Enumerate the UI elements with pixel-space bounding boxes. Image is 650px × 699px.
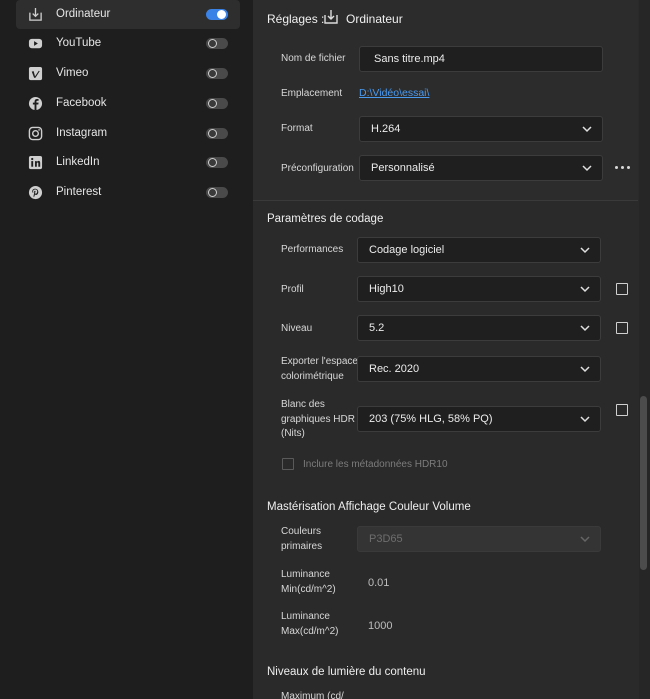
sidebar-item-label: Vimeo xyxy=(56,67,89,79)
profile-label: Profil xyxy=(281,284,304,295)
chevron-down-icon xyxy=(580,416,590,423)
level-dropdown[interactable]: 5.2 xyxy=(357,315,601,341)
facebook-icon xyxy=(28,96,43,111)
sidebar-item-label: YouTube xyxy=(56,37,102,49)
vimeo-toggle[interactable] xyxy=(206,68,228,79)
hdr-white-value: 203 (75% HLG, 58% PQ) xyxy=(369,413,493,425)
more-options-icon[interactable] xyxy=(615,166,631,172)
colorspace-label: Exporter l'espace colorimétrique xyxy=(281,356,358,382)
sidebar-item-label: Facebook xyxy=(56,97,107,109)
hdr-white-dropdown[interactable]: 203 (75% HLG, 58% PQ) xyxy=(357,406,601,432)
profile-value: High10 xyxy=(369,283,404,295)
pinterest-icon xyxy=(28,185,43,200)
chevron-down-icon xyxy=(580,536,590,543)
primaries-dropdown[interactable]: P3D65 xyxy=(357,526,601,552)
settings-title: Réglages : xyxy=(267,12,325,26)
preset-label: Préconfiguration xyxy=(281,163,354,174)
chevron-down-icon xyxy=(582,126,592,133)
hdr10-metadata-label: Inclure les métadonnées HDR10 xyxy=(303,459,448,470)
sidebar-item-youtube[interactable]: YouTube xyxy=(16,29,240,58)
profile-checkbox[interactable] xyxy=(616,283,628,295)
preset-dropdown[interactable]: Personnalisé xyxy=(359,155,603,181)
sidebar-item-label: Pinterest xyxy=(56,186,102,198)
colorspace-value: Rec. 2020 xyxy=(369,363,420,375)
preset-value: Personnalisé xyxy=(371,162,435,174)
youtube-icon xyxy=(28,38,43,49)
sidebar-item-instagram[interactable]: Instagram xyxy=(16,119,240,148)
sidebar-item-label: Instagram xyxy=(56,127,108,139)
download-to-computer-icon xyxy=(324,10,338,24)
scrollbar-track[interactable] xyxy=(639,0,650,699)
chevron-down-icon xyxy=(582,165,592,172)
settings-panel: Réglages : Ordinateur Nom de fichier San… xyxy=(253,0,650,699)
instagram-icon xyxy=(28,126,43,141)
pinterest-toggle[interactable] xyxy=(206,187,228,198)
location-label: Emplacement xyxy=(281,88,343,99)
linkedin-icon xyxy=(28,155,43,170)
content-light-section-title: Niveaux de lumière du contenu xyxy=(267,666,426,678)
sidebar-item-facebook[interactable]: Facebook xyxy=(16,89,240,118)
profile-dropdown[interactable]: High10 xyxy=(357,276,601,302)
sidebar-item-vimeo[interactable]: Vimeo xyxy=(16,59,240,88)
performance-value: Codage logiciel xyxy=(369,244,445,256)
sidebar-item-linkedin[interactable]: LinkedIn xyxy=(16,148,240,177)
settings-destination: Ordinateur xyxy=(346,12,403,26)
facebook-toggle[interactable] xyxy=(206,98,228,109)
general-settings: Réglages : Ordinateur Nom de fichier San… xyxy=(253,0,638,201)
lum-max-value[interactable]: 1000 xyxy=(368,620,392,632)
sidebar-item-ordinateur[interactable]: Ordinateur xyxy=(16,0,240,29)
primaries-value: P3D65 xyxy=(369,533,403,545)
chevron-down-icon xyxy=(580,325,590,332)
performance-label: Performances xyxy=(281,244,344,255)
youtube-toggle[interactable] xyxy=(206,38,228,49)
mastering-section-title: Mastérisation Affichage Couleur Volume xyxy=(267,501,471,513)
chevron-down-icon xyxy=(580,286,590,293)
filename-field[interactable]: Sans titre.mp4 xyxy=(359,46,603,72)
format-dropdown[interactable]: H.264 xyxy=(359,116,603,142)
lum-min-label: Luminance Min(cd/m^2) xyxy=(281,569,336,595)
filename-label: Nom de fichier xyxy=(281,53,346,64)
hdr-white-checkbox[interactable] xyxy=(616,404,628,416)
chevron-down-icon xyxy=(580,366,590,373)
sidebar-item-label: LinkedIn xyxy=(56,156,100,168)
vimeo-icon xyxy=(28,66,43,81)
level-value: 5.2 xyxy=(369,322,385,334)
ordinateur-toggle[interactable] xyxy=(206,9,228,20)
format-label: Format xyxy=(281,123,313,134)
primaries-label: Couleurs primaires xyxy=(281,526,323,552)
encoding-section-title: Paramètres de codage xyxy=(267,213,384,225)
scrollbar-thumb[interactable] xyxy=(640,396,647,570)
lum-max-label: Luminance Max(cd/m^2) xyxy=(281,611,339,637)
lum-min-value[interactable]: 0.01 xyxy=(368,577,389,589)
sidebar-item-pinterest[interactable]: Pinterest xyxy=(16,178,240,207)
destinations-sidebar: Ordinateur YouTube Vimeo Facebook Instag… xyxy=(0,0,250,699)
linkedin-toggle[interactable] xyxy=(206,157,228,168)
hdr10-metadata-checkbox[interactable] xyxy=(282,458,294,470)
sidebar-item-label: Ordinateur xyxy=(56,8,111,20)
hdr-white-label: Blanc des graphiques HDR (Nits) xyxy=(281,399,355,439)
performance-dropdown[interactable]: Codage logiciel xyxy=(357,237,601,263)
level-checkbox[interactable] xyxy=(616,322,628,334)
max-cll-label: Maximum (cd/ xyxy=(281,691,344,699)
chevron-down-icon xyxy=(580,247,590,254)
format-value: H.264 xyxy=(371,123,401,135)
colorspace-dropdown[interactable]: Rec. 2020 xyxy=(357,356,601,382)
level-label: Niveau xyxy=(281,323,313,334)
download-to-computer-icon xyxy=(29,7,42,21)
location-link[interactable]: D:\Vidéo\essai\ xyxy=(359,87,429,99)
filename-value: Sans titre.mp4 xyxy=(374,53,445,65)
instagram-toggle[interactable] xyxy=(206,128,228,139)
